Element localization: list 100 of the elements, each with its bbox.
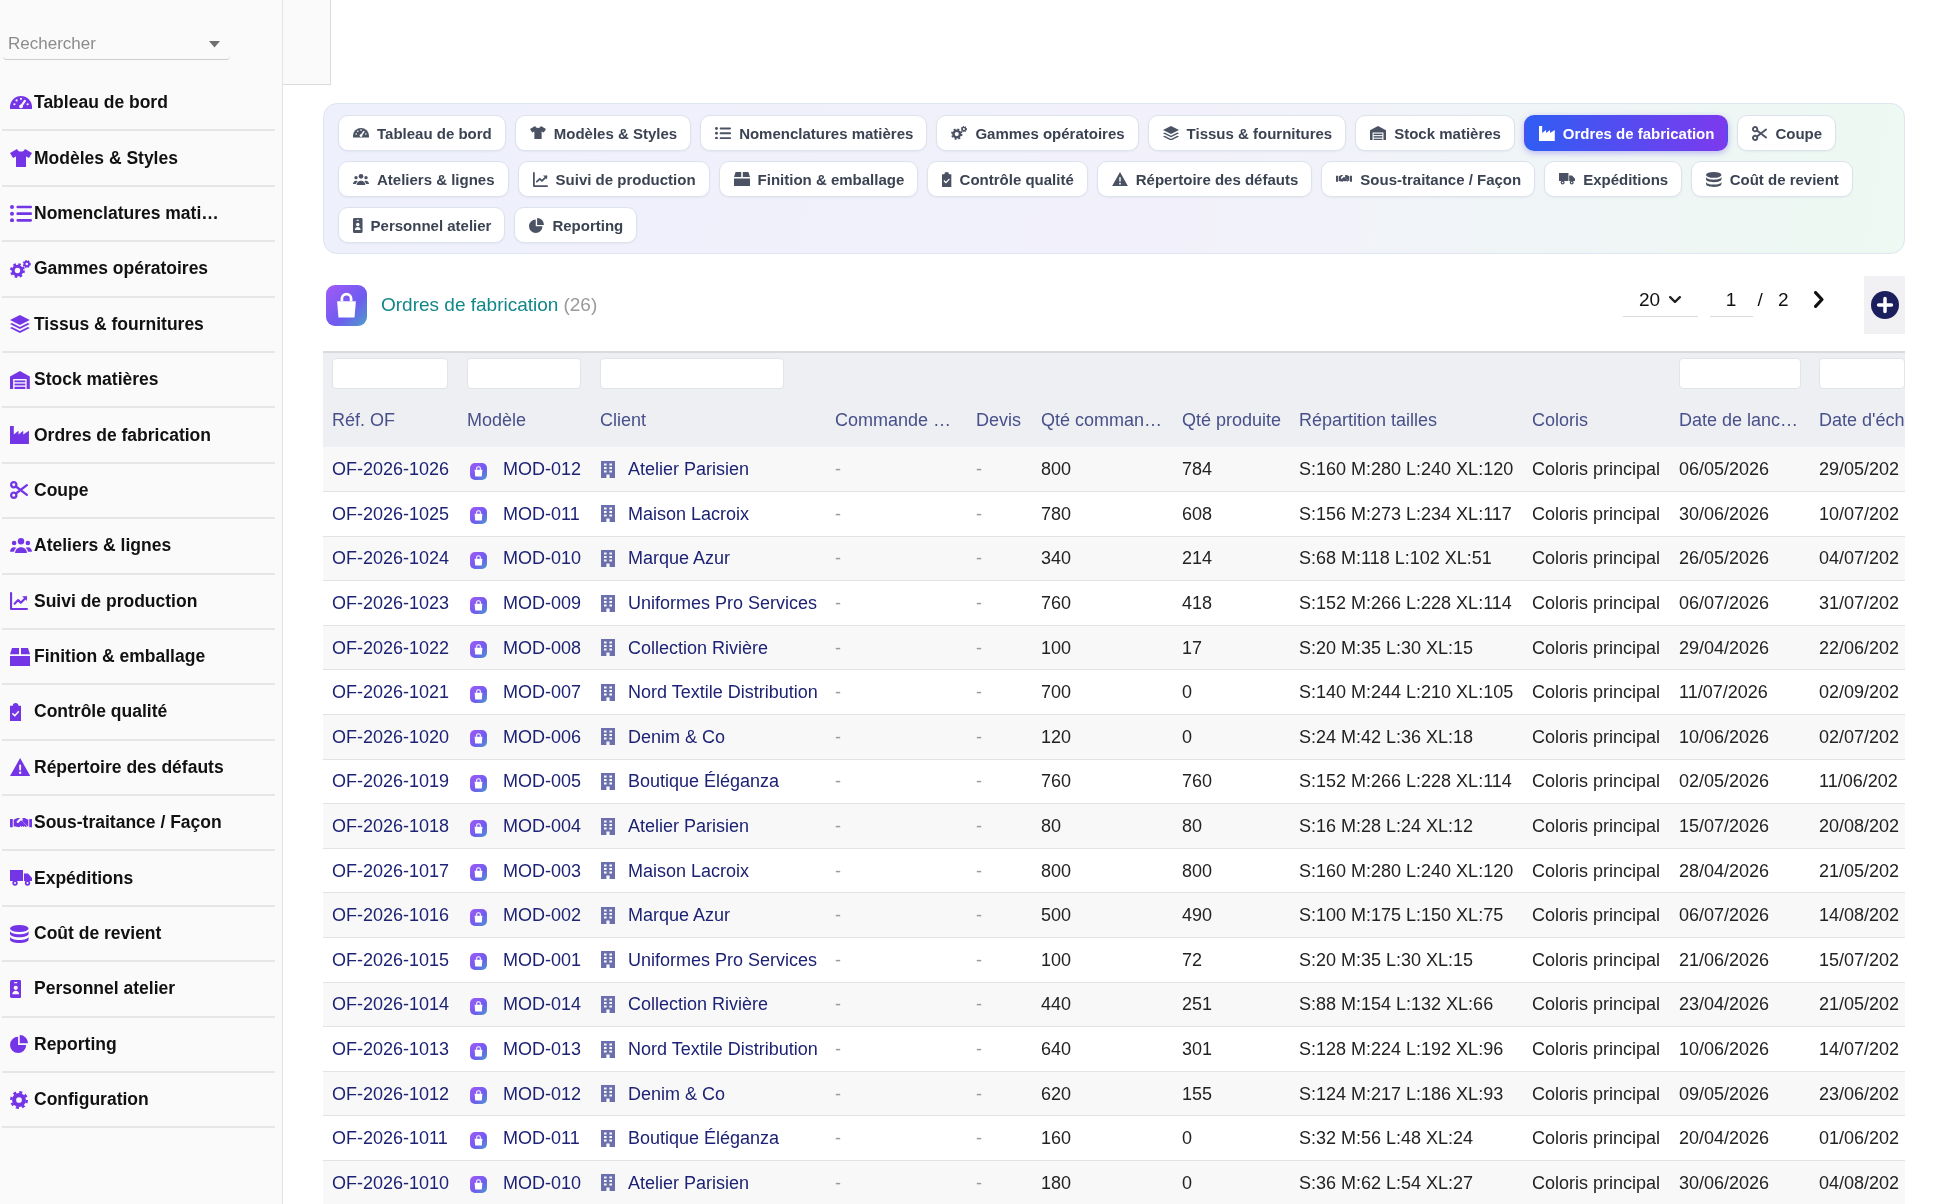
client-link[interactable]: Boutique Éléganza — [628, 771, 780, 792]
nav-item[interactable]: Configuration — [2, 1073, 275, 1129]
order-link[interactable]: OF-2026-1018 — [332, 816, 450, 837]
tab[interactable]: Ateliers & lignes — [338, 161, 509, 197]
model-link[interactable]: MOD-003 — [503, 860, 582, 881]
add-button[interactable] — [1864, 276, 1905, 334]
table-cell: - — [976, 726, 982, 747]
order-link[interactable]: OF-2026-1016 — [332, 905, 450, 926]
nav-item[interactable]: Sous-traitance / Façon — [2, 796, 275, 852]
client-link[interactable]: Uniformes Pro Services — [628, 593, 818, 614]
nav-item[interactable]: Finition & emballage — [2, 629, 275, 686]
model-link[interactable]: MOD-004 — [503, 816, 582, 837]
model-link[interactable]: MOD-010 — [503, 548, 582, 569]
nav-item[interactable]: Personnel atelier — [2, 962, 275, 1018]
order-link[interactable]: OF-2026-1010 — [332, 1172, 450, 1193]
nav-item[interactable]: Coupe — [2, 463, 275, 520]
model-link[interactable]: MOD-011 — [503, 503, 580, 524]
nav-item[interactable]: Tissus & fournitures — [2, 297, 275, 353]
client-link[interactable]: Atelier Parisien — [628, 816, 750, 837]
tab[interactable]: Tableau de bord — [338, 115, 506, 151]
nav-item[interactable]: Modèles & Styles — [2, 131, 275, 187]
order-link[interactable]: OF-2026-1021 — [332, 682, 450, 703]
chevron-right-icon[interactable] — [1814, 290, 1824, 308]
client-link[interactable]: Atelier Parisien — [628, 1172, 750, 1193]
tab[interactable]: Expéditions — [1544, 161, 1683, 197]
order-link[interactable]: OF-2026-1026 — [332, 459, 450, 480]
search-field[interactable]: Rechercher — [3, 28, 230, 60]
order-link[interactable]: OF-2026-1012 — [332, 1083, 450, 1104]
order-link[interactable]: OF-2026-1020 — [332, 726, 450, 747]
client-link[interactable]: Uniformes Pro Services — [628, 949, 818, 970]
client-link[interactable]: Atelier Parisien — [628, 459, 750, 480]
order-link[interactable]: OF-2026-1014 — [332, 994, 450, 1015]
client-link[interactable]: Collection Rivière — [628, 994, 769, 1015]
model-link[interactable]: MOD-012 — [503, 459, 582, 480]
model-link[interactable]: MOD-009 — [503, 593, 582, 614]
nav-item[interactable]: Expéditions — [2, 851, 275, 907]
model-link[interactable]: MOD-001 — [503, 949, 582, 970]
order-link[interactable]: OF-2026-1013 — [332, 1039, 450, 1059]
order-link[interactable]: OF-2026-1011 — [332, 1128, 448, 1149]
order-link[interactable]: OF-2026-1024 — [332, 548, 450, 569]
model-link[interactable]: MOD-012 — [503, 1083, 582, 1104]
tab[interactable]: Finition & emballage — [718, 161, 919, 197]
nav-item[interactable]: Stock matières — [2, 352, 275, 409]
nav-item[interactable]: Tableau de bord — [2, 76, 275, 132]
tab[interactable]: Gammes opératoires — [936, 115, 1139, 151]
tab[interactable]: Sous-traitance / Façon — [1321, 161, 1536, 197]
client-link[interactable]: Maison Lacroix — [628, 503, 750, 524]
model-link[interactable]: MOD-002 — [503, 905, 582, 926]
nav-item[interactable]: Ordres de fabrication — [2, 408, 275, 464]
model-link[interactable]: MOD-011 — [503, 1128, 580, 1149]
client-link[interactable]: Maison Lacroix — [628, 860, 750, 881]
nav-item[interactable]: Nomenclatures mati… — [2, 186, 275, 243]
tab[interactable]: Ordres de fabrication — [1523, 115, 1729, 151]
tab[interactable]: Personnel atelier — [338, 207, 506, 243]
model-link[interactable]: MOD-005 — [503, 771, 582, 792]
nav-item[interactable]: Ateliers & lignes — [2, 519, 275, 575]
model-link[interactable]: MOD-006 — [503, 726, 582, 747]
model-link[interactable]: MOD-010 — [503, 1172, 582, 1193]
model-link[interactable]: MOD-007 — [503, 682, 582, 703]
bag-icon — [470, 864, 487, 882]
filter-input[interactable] — [467, 358, 581, 389]
model-link[interactable]: MOD-014 — [503, 994, 582, 1015]
tab[interactable]: Reporting — [514, 207, 638, 243]
model-link[interactable]: MOD-013 — [503, 1039, 582, 1059]
client-link[interactable]: Collection Rivière — [628, 637, 769, 658]
tab[interactable]: Modèles & Styles — [514, 115, 692, 151]
tab[interactable]: Coût de revient — [1691, 161, 1853, 197]
tab[interactable]: Contrôle qualité — [927, 161, 1088, 197]
tab[interactable]: Stock matières — [1355, 115, 1515, 151]
filter-input[interactable] — [332, 358, 448, 389]
page-input[interactable]: 1 — [1709, 283, 1753, 317]
nav-item[interactable]: Reporting — [2, 1017, 275, 1074]
client-link[interactable]: Marque Azur — [628, 905, 731, 926]
client-link[interactable]: Boutique Éléganza — [628, 1128, 780, 1149]
order-link[interactable]: OF-2026-1022 — [332, 637, 450, 658]
client-link[interactable]: Denim & Co — [628, 726, 726, 747]
nav-item[interactable]: Suivi de production — [2, 574, 275, 630]
nav-item[interactable]: Répertoire des défauts — [2, 740, 275, 797]
page-size-select[interactable]: 20 — [1622, 283, 1698, 317]
tab[interactable]: Nomenclatures matières — [700, 115, 928, 151]
filter-input[interactable] — [600, 358, 784, 389]
client-link[interactable]: Marque Azur — [628, 548, 731, 569]
filter-input[interactable] — [1679, 358, 1801, 389]
nav-item[interactable]: Contrôle qualité — [2, 685, 275, 741]
client-link[interactable]: Denim & Co — [628, 1083, 726, 1104]
tab[interactable]: Coupe — [1737, 115, 1837, 151]
order-link[interactable]: OF-2026-1019 — [332, 771, 450, 792]
order-link[interactable]: OF-2026-1017 — [332, 860, 450, 881]
tab[interactable]: Répertoire des défauts — [1096, 161, 1313, 197]
model-link[interactable]: MOD-008 — [503, 637, 582, 658]
nav-item[interactable]: Gammes opératoires — [2, 242, 275, 298]
client-link[interactable]: Nord Textile Distribution — [628, 682, 818, 703]
tab[interactable]: Suivi de production — [517, 161, 710, 197]
client-link[interactable]: Nord Textile Distribution — [628, 1039, 818, 1059]
order-link[interactable]: OF-2026-1023 — [332, 593, 450, 614]
nav-item[interactable]: Coût de revient — [2, 906, 275, 963]
filter-input[interactable] — [1819, 358, 1905, 389]
order-link[interactable]: OF-2026-1025 — [332, 503, 450, 524]
order-link[interactable]: OF-2026-1015 — [332, 949, 450, 970]
tab[interactable]: Tissus & fournitures — [1147, 115, 1347, 151]
